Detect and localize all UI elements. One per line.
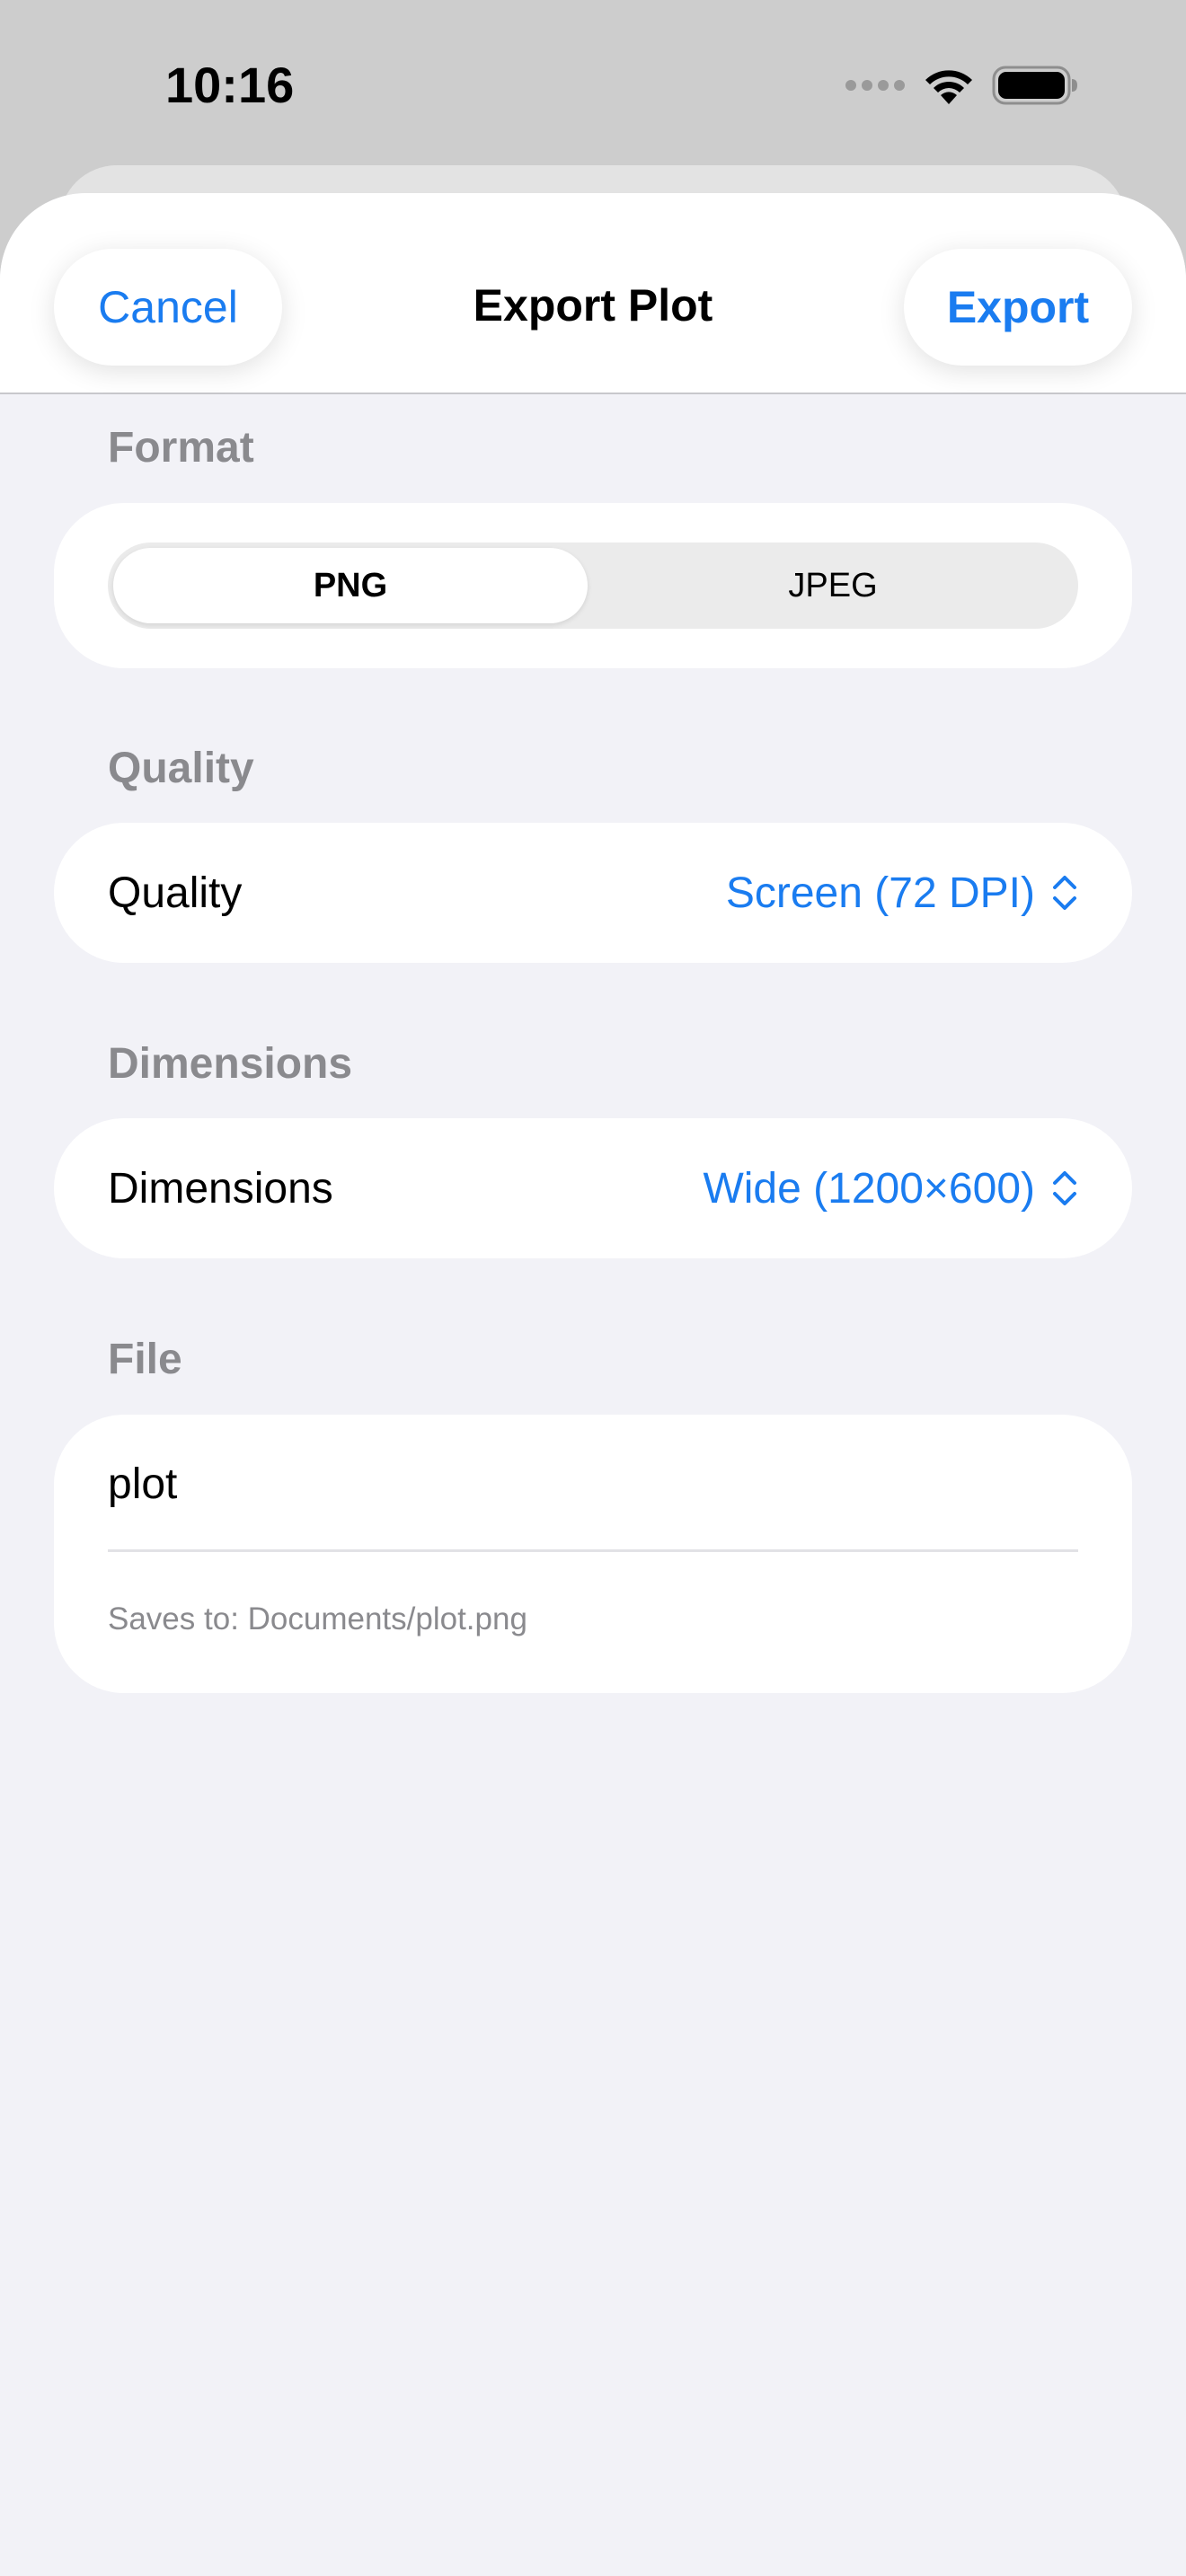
quality-row-label: Quality <box>108 869 243 917</box>
signal-dots-icon <box>845 79 906 96</box>
file-card: Saves to: Documents/plot.png <box>54 1415 1132 1693</box>
segment-jpeg[interactable]: JPEG <box>593 548 1073 623</box>
export-sheet: Cancel Export Plot Export Format PNG JPE… <box>0 193 1186 2576</box>
sheet-header: Cancel Export Plot Export <box>0 193 1186 394</box>
quality-picker[interactable]: Screen (72 DPI) <box>726 823 1078 963</box>
file-section-label: File <box>108 1336 182 1383</box>
dimensions-section-label: Dimensions <box>108 1040 353 1088</box>
chevron-up-down-icon <box>1051 1168 1078 1209</box>
export-button[interactable]: Export <box>904 249 1132 366</box>
battery-icon <box>992 65 1078 110</box>
filename-field[interactable] <box>108 1445 1078 1522</box>
dimensions-value: Wide (1200×600) <box>703 1164 1035 1213</box>
segment-png[interactable]: PNG <box>113 548 588 623</box>
status-icons <box>845 65 1078 110</box>
status-bar: 10:16 <box>0 0 1186 171</box>
format-card: PNG JPEG <box>54 503 1132 668</box>
format-section-label: Format <box>108 424 254 472</box>
quality-section-label: Quality <box>108 745 254 792</box>
dimensions-card: Dimensions Wide (1200×600) <box>54 1118 1132 1258</box>
format-segmented-control: PNG JPEG <box>108 543 1078 629</box>
dimensions-picker[interactable]: Wide (1200×600) <box>703 1118 1078 1258</box>
quality-value: Screen (72 DPI) <box>725 869 1035 917</box>
divider <box>108 1549 1078 1552</box>
chevron-up-down-icon <box>1051 872 1078 913</box>
quality-card: Quality Screen (72 DPI) <box>54 823 1132 963</box>
wifi-icon <box>922 65 976 110</box>
status-time: 10:16 <box>165 57 295 113</box>
dimensions-row-label: Dimensions <box>108 1164 333 1213</box>
save-path-text: Saves to: Documents/plot.png <box>108 1601 527 1636</box>
